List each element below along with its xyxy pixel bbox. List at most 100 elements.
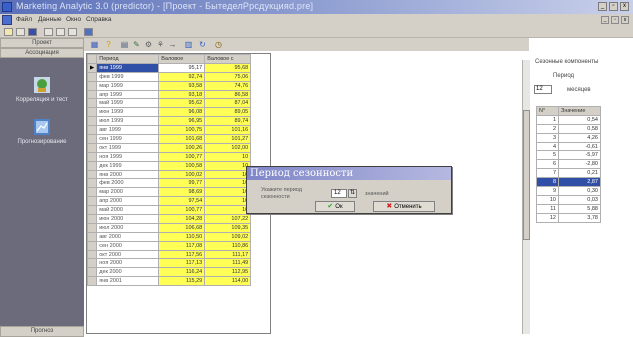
gross-cell[interactable]: 110,50 xyxy=(158,231,206,242)
table-row[interactable]: 6 -2,80 xyxy=(536,159,601,170)
table-row[interactable]: 12 3,78 xyxy=(536,212,601,223)
table-row[interactable]: сен 1999 101,68 101,27 xyxy=(87,134,252,144)
gross-seasonal-cell[interactable]: 10 xyxy=(204,151,252,162)
menu-data[interactable]: Данные xyxy=(38,16,61,23)
table-row[interactable]: дек 1999100,5810 xyxy=(87,160,252,171)
table-row[interactable]: июл 2000 106,68 109,35 xyxy=(87,222,252,233)
value-cell[interactable]: 4,26 xyxy=(558,132,601,143)
list-icon[interactable] xyxy=(56,28,65,36)
value-cell[interactable]: 2,87 xyxy=(558,177,601,188)
table-row[interactable]: 4 -0,61 xyxy=(536,141,601,152)
gross-seasonal-cell[interactable]: 111,17 xyxy=(204,249,252,260)
gross-cell[interactable]: 100,77 xyxy=(158,205,206,216)
row-indicator[interactable] xyxy=(87,160,98,171)
table-row[interactable]: мар 1999 93,58 74,76 xyxy=(87,80,252,91)
period-cell[interactable]: авг 2000 xyxy=(96,231,160,242)
menu-window[interactable]: Окно xyxy=(66,16,81,23)
table-row[interactable]: май 2000100,7710 xyxy=(87,205,252,216)
table-row[interactable]: дек 2000 116,24 112,95 xyxy=(87,267,252,278)
table-row[interactable]: окт 2000 117,56 111,17 xyxy=(87,249,252,260)
sidebar-header-button[interactable]: Проект xyxy=(0,38,84,48)
period-cell[interactable]: июн 2000 xyxy=(96,214,160,224)
table-row[interactable]: 7 0,21 xyxy=(536,168,601,179)
row-indicator[interactable] xyxy=(87,89,98,100)
gross-seasonal-cell[interactable]: 107,22 xyxy=(204,214,252,224)
column-header-period[interactable]: Период xyxy=(96,54,160,64)
gross-cell[interactable]: 104,28 xyxy=(158,214,206,224)
row-indicator[interactable] xyxy=(87,71,98,82)
grid-icon[interactable] xyxy=(68,28,77,36)
gross-seasonal-cell[interactable]: 10 xyxy=(204,205,252,216)
gross-seasonal-cell[interactable]: 95,68 xyxy=(204,62,252,73)
number-cell[interactable]: 11 xyxy=(536,203,559,214)
gross-cell[interactable]: 106,68 xyxy=(158,222,206,233)
table-row[interactable]: ▶ янв 1999 95,17 95,68 xyxy=(87,62,252,73)
gross-cell[interactable]: 101,68 xyxy=(158,134,206,144)
minimize-button[interactable]: _ xyxy=(598,2,607,11)
gross-cell[interactable]: 97,54 xyxy=(158,196,206,207)
filter-icon[interactable]: ⚘ xyxy=(156,40,165,49)
table-row[interactable]: мар 200098,6910 xyxy=(87,187,252,198)
row-indicator[interactable] xyxy=(87,169,98,180)
maximize-button[interactable]: ▫ xyxy=(609,2,618,11)
gross-cell[interactable]: 98,69 xyxy=(158,187,206,198)
table-row[interactable]: янв 2001 115,29 114,00 xyxy=(87,276,252,287)
gross-cell[interactable]: 92,74 xyxy=(158,71,206,82)
row-indicator[interactable] xyxy=(87,178,98,189)
open-icon[interactable] xyxy=(4,28,13,36)
clock-icon[interactable]: ◷ xyxy=(214,40,223,49)
gross-cell[interactable]: 93,58 xyxy=(158,80,206,91)
table-row[interactable]: июн 2000 104,28 107,22 xyxy=(87,214,252,224)
gross-seasonal-cell[interactable]: 114,00 xyxy=(204,276,252,287)
gross-cell[interactable]: 117,56 xyxy=(158,249,206,260)
menu-help[interactable]: Справка xyxy=(86,16,112,23)
spin-button[interactable]: ⇅ xyxy=(348,189,357,198)
menu-file[interactable]: Файл xyxy=(16,16,32,23)
table-row[interactable]: 5 -5,97 xyxy=(536,150,601,161)
table-row[interactable]: 8 2,87 xyxy=(536,177,601,188)
gross-cell[interactable]: 115,29 xyxy=(158,276,206,287)
value-cell[interactable]: 5,88 xyxy=(558,203,601,214)
table-row[interactable]: ноя 2000 117,13 111,49 xyxy=(87,258,252,269)
number-cell[interactable]: 4 xyxy=(536,141,559,152)
period-cell[interactable]: сен 1999 xyxy=(96,134,160,144)
row-indicator[interactable] xyxy=(87,276,98,287)
period-cell[interactable]: янв 1999 xyxy=(96,62,160,73)
value-cell[interactable]: 0,03 xyxy=(558,194,601,205)
value-cell[interactable]: 0,21 xyxy=(558,168,601,179)
column-header-gross-seasonal[interactable]: Валовое с xyxy=(204,54,252,64)
column-header-number[interactable]: N° xyxy=(536,106,559,116)
number-cell[interactable]: 1 xyxy=(536,114,559,125)
cancel-button[interactable]: ✖ Отменить xyxy=(373,201,435,212)
vertical-scrollbar[interactable] xyxy=(522,60,530,334)
number-cell[interactable]: 7 xyxy=(536,168,559,179)
row-indicator[interactable] xyxy=(87,107,98,118)
ok-button[interactable]: ✔ Ок xyxy=(315,201,355,212)
row-indicator[interactable] xyxy=(87,205,98,216)
period-cell[interactable]: май 1999 xyxy=(96,98,160,109)
table-row[interactable]: июл 1999 96,95 89,74 xyxy=(87,116,252,127)
gross-cell[interactable]: 95,17 xyxy=(158,62,206,73)
value-cell[interactable]: 0,30 xyxy=(558,186,601,196)
period-cell[interactable]: фев 1999 xyxy=(96,71,160,82)
gross-cell[interactable]: 100,75 xyxy=(158,125,206,136)
table-row[interactable]: 11 5,88 xyxy=(536,203,601,214)
table-row[interactable]: фев 1999 92,74 75,06 xyxy=(87,71,252,82)
settings-icon[interactable]: ⚙ xyxy=(144,40,153,49)
gross-seasonal-cell[interactable]: 74,76 xyxy=(204,80,252,91)
period-cell[interactable]: окт 1999 xyxy=(96,142,160,153)
arrow-right-icon[interactable]: → xyxy=(168,40,177,49)
period-cell[interactable]: июл 1999 xyxy=(96,116,160,127)
period-cell[interactable]: июн 1999 xyxy=(96,107,160,118)
gross-cell[interactable]: 100,02 xyxy=(158,169,206,180)
gross-cell[interactable]: 93,18 xyxy=(158,89,206,100)
row-indicator[interactable] xyxy=(87,196,98,207)
gross-seasonal-cell[interactable]: 10 xyxy=(204,196,252,207)
number-cell[interactable]: 10 xyxy=(536,194,559,205)
column-header-value[interactable]: Значение xyxy=(558,106,601,116)
table-row[interactable]: апр 1999 93,18 86,58 xyxy=(87,89,252,100)
row-indicator[interactable] xyxy=(87,142,98,153)
row-indicator[interactable]: ▶ xyxy=(87,62,98,73)
sidebar-item-correlation[interactable]: Корреляция и тест xyxy=(0,76,84,103)
number-cell[interactable]: 5 xyxy=(536,150,559,161)
